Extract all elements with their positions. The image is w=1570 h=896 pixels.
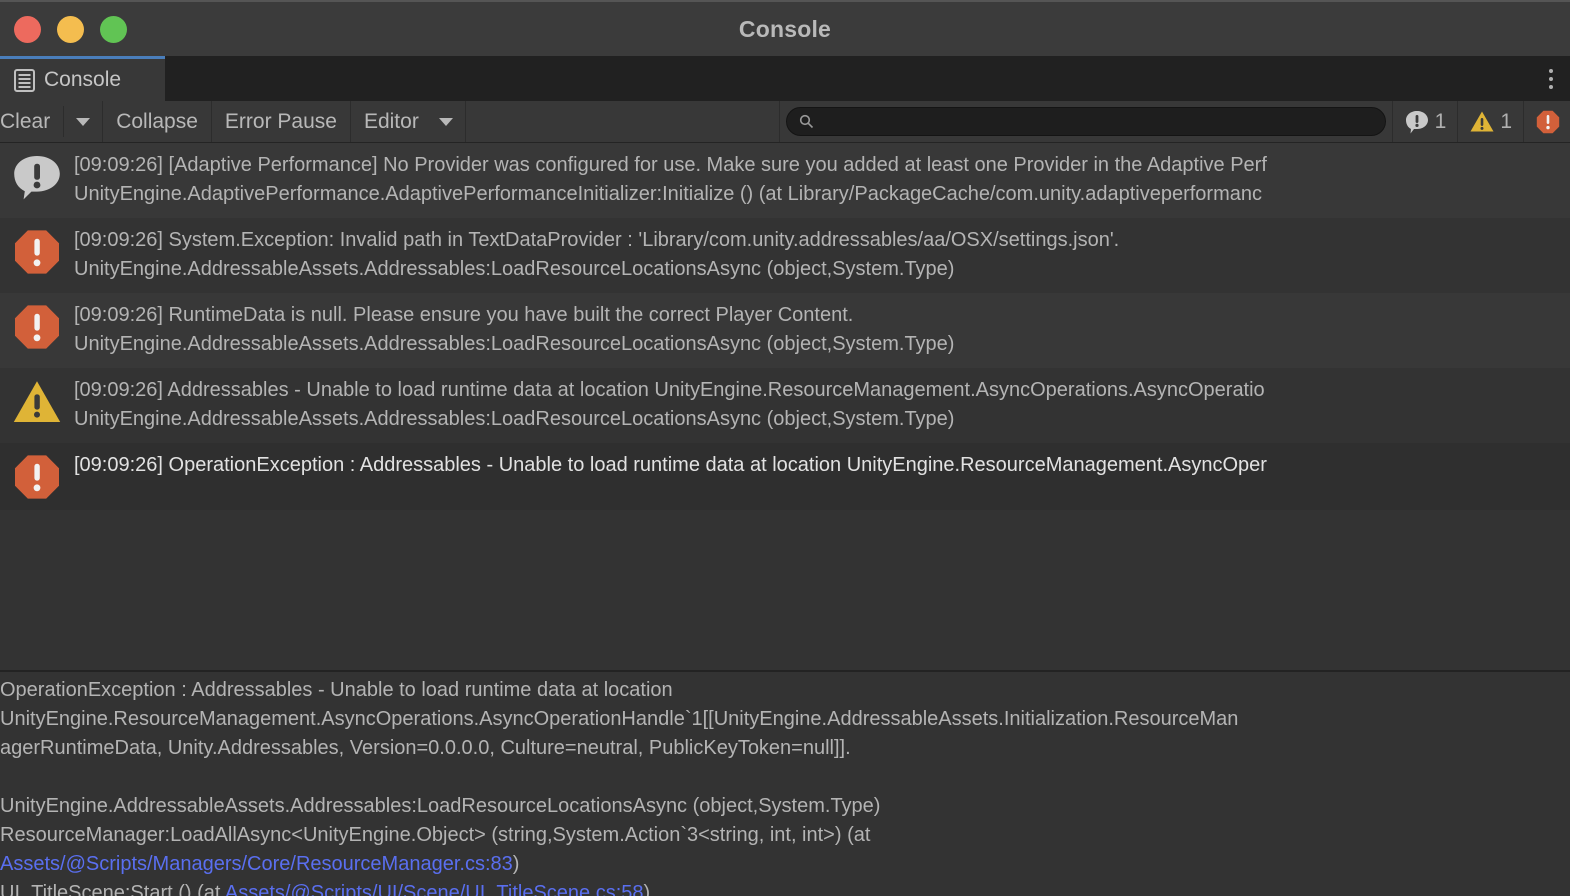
info-count-toggle[interactable]: 1 — [1391, 101, 1458, 142]
collapse-button[interactable]: Collapse — [103, 101, 212, 142]
console-list-icon — [14, 68, 35, 92]
info-count: 1 — [1434, 109, 1447, 133]
detail-stack-text: UI_TitleScene:Start () (at — [0, 882, 225, 896]
log-line-2: UnityEngine.AddressableAssets.Addressabl… — [74, 258, 955, 280]
warning-triangle-icon — [1470, 111, 1494, 131]
detail-paren: ) — [512, 853, 520, 875]
detail-line-1: OperationException : Addressables - Unab… — [0, 679, 673, 701]
detail-paren: ) — [643, 882, 651, 896]
console-toolbar: Clear Collapse Error Pause Editor 1 1 — [0, 101, 1570, 143]
chevron-down-icon — [76, 117, 91, 126]
detail-line-7: Assets/@Scripts/Managers/Core/ResourceMa… — [0, 850, 1570, 879]
table-row[interactable]: [09:09:26] System.Exception: Invalid pat… — [0, 218, 1570, 293]
warning-count: 1 — [1500, 109, 1512, 133]
clear-dropdown-button[interactable] — [64, 101, 104, 142]
log-detail-pane[interactable]: OperationException : Addressables - Unab… — [0, 672, 1570, 896]
info-speech-icon — [1405, 110, 1428, 133]
search-area — [780, 101, 1392, 142]
search-input[interactable] — [820, 111, 1373, 132]
log-line-1: [09:09:26] System.Exception: Invalid pat… — [74, 229, 1120, 251]
log-message: [09:09:26] RuntimeData is null. Please e… — [74, 301, 1570, 359]
table-row[interactable]: [09:09:26] [Adaptive Performance] No Pro… — [0, 143, 1570, 218]
detail-stack-text: ResourceManager:LoadAllAsync<UnityEngine… — [0, 824, 871, 846]
toolbar-spacer — [466, 101, 780, 142]
log-line-1: [09:09:26] [Adaptive Performance] No Pro… — [74, 154, 1267, 176]
log-line-1: [09:09:26] OperationException : Addressa… — [74, 454, 1267, 476]
log-entry-list[interactable]: [09:09:26] [Adaptive Performance] No Pro… — [0, 143, 1570, 670]
warning-triangle-icon — [0, 376, 74, 426]
detail-line-8: UI_TitleScene:Start () (at Assets/@Scrip… — [0, 879, 1570, 896]
source-file-link[interactable]: Assets/@Scripts/Managers/Core/ResourceMa… — [0, 853, 513, 875]
info-speech-icon — [0, 151, 74, 201]
error-octagon-icon — [0, 451, 74, 501]
log-line-2: UnityEngine.AddressableAssets.Addressabl… — [74, 333, 955, 355]
clear-button[interactable]: Clear — [0, 101, 63, 142]
warning-count-toggle[interactable]: 1 — [1457, 101, 1523, 142]
detail-line-5: UnityEngine.AddressableAssets.Addressabl… — [0, 795, 881, 817]
log-line-2: UnityEngine.AddressableAssets.Addressabl… — [74, 408, 955, 430]
search-box[interactable] — [785, 107, 1386, 136]
detail-blank-line — [0, 763, 1570, 792]
editor-dropdown-button[interactable] — [427, 101, 466, 142]
tab-console-label: Console — [44, 68, 122, 91]
detail-line-6: ResourceManager:LoadAllAsync<UnityEngine… — [0, 821, 1570, 850]
log-message: [09:09:26] System.Exception: Invalid pat… — [74, 226, 1570, 284]
kebab-menu-icon[interactable] — [1540, 65, 1562, 93]
log-message: [09:09:26] OperationException : Addressa… — [74, 451, 1570, 480]
table-row[interactable]: [09:09:26] OperationException : Addressa… — [0, 443, 1570, 510]
close-window-button[interactable] — [14, 15, 41, 43]
table-row[interactable]: [09:09:26] RuntimeData is null. Please e… — [0, 293, 1570, 368]
maximize-window-button[interactable] — [100, 15, 127, 43]
detail-line-3: agerRuntimeData, Unity.Addressables, Ver… — [0, 737, 851, 759]
detail-line-2: UnityEngine.ResourceManagement.AsyncOper… — [0, 708, 1239, 730]
console-window: Console Console Clear Collapse Error Pau… — [0, 0, 1570, 896]
log-line-2: UnityEngine.AdaptivePerformance.Adaptive… — [74, 183, 1262, 205]
log-message: [09:09:26] Addressables - Unable to load… — [74, 376, 1570, 434]
title-bar: Console — [0, 0, 1570, 56]
minimize-window-button[interactable] — [57, 15, 84, 43]
log-line-1: [09:09:26] Addressables - Unable to load… — [74, 379, 1265, 401]
chevron-down-icon — [438, 117, 453, 126]
traffic-light-buttons — [0, 15, 127, 43]
source-file-link[interactable]: Assets/@Scripts/UI/Scene/UI_TitleScene.c… — [225, 882, 644, 896]
log-line-1: [09:09:26] RuntimeData is null. Please e… — [74, 304, 854, 326]
error-count-toggle[interactable] — [1523, 101, 1570, 142]
log-message: [09:09:26] [Adaptive Performance] No Pro… — [74, 151, 1570, 209]
error-octagon-icon — [0, 226, 74, 276]
window-title: Console — [738, 15, 832, 42]
error-pause-button[interactable]: Error Pause — [212, 101, 351, 142]
error-octagon-icon — [0, 301, 74, 351]
table-row[interactable]: [09:09:26] Addressables - Unable to load… — [0, 368, 1570, 443]
tab-strip: Console — [0, 56, 1570, 101]
error-octagon-icon — [1536, 110, 1560, 133]
search-icon — [799, 114, 813, 129]
tab-console[interactable]: Console — [0, 56, 165, 101]
editor-dropdown-label[interactable]: Editor — [351, 101, 427, 142]
